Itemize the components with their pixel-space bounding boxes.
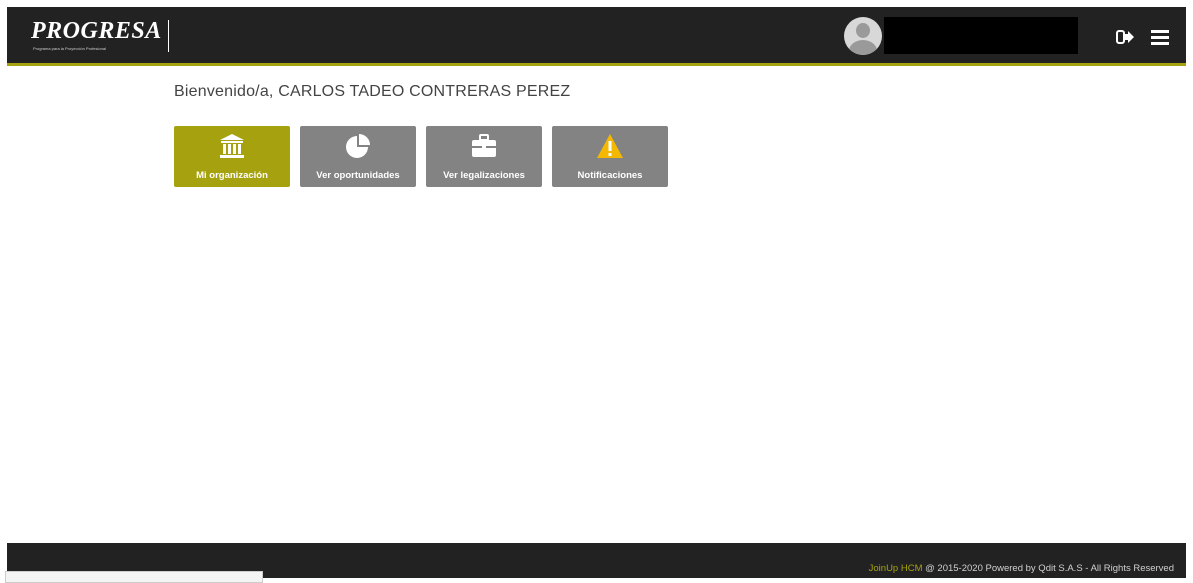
tile-label: Ver legalizaciones — [443, 170, 525, 181]
tile-label: Notificaciones — [577, 170, 643, 181]
tile-label: Ver oportunidades — [316, 170, 400, 181]
pie-chart-icon — [344, 132, 372, 160]
browser-status-bar — [5, 571, 263, 583]
tile-ver-legalizaciones[interactable]: Ver legalizaciones — [426, 126, 542, 187]
tile-ver-oportunidades[interactable]: Ver oportunidades — [300, 126, 416, 187]
footer-brand-link[interactable]: JoinUp HCM — [869, 563, 923, 574]
footer-rights: All Rights Reserved — [1090, 563, 1174, 574]
warning-icon — [596, 132, 624, 160]
top-navbar: PROGRESA Programa para la Proyección Pro… — [7, 7, 1186, 66]
hamburger-menu-icon[interactable] — [1148, 25, 1172, 49]
logo-divider — [168, 20, 169, 52]
tile-label: Mi organización — [196, 170, 268, 181]
user-avatar[interactable] — [844, 17, 882, 55]
footer-copyright: @ 2015-2020 Powered by Qdit S.A.S — [922, 563, 1083, 574]
avatar-head — [856, 23, 870, 38]
logo-tagline: Programa para la Proyección Profesional — [33, 46, 106, 51]
logo-text: PROGRESA — [31, 18, 162, 44]
sign-out-icon[interactable] — [1114, 26, 1136, 48]
user-name-redacted — [884, 17, 1078, 54]
welcome-message: Bienvenido/a, CARLOS TADEO CONTRERAS PER… — [174, 83, 571, 100]
tile-notificaciones[interactable]: Notificaciones — [552, 126, 668, 187]
tile-mi-organizacion[interactable]: Mi organización — [174, 126, 290, 187]
avatar-body — [849, 40, 877, 55]
institution-icon — [218, 132, 246, 160]
footer-separator: - — [1082, 563, 1091, 574]
footer-text: JoinUp HCM @ 2015-2020 Powered by Qdit S… — [869, 563, 1174, 574]
progresa-logo[interactable]: PROGRESA Programa para la Proyección Pro… — [31, 17, 161, 53]
briefcase-icon — [470, 132, 498, 160]
